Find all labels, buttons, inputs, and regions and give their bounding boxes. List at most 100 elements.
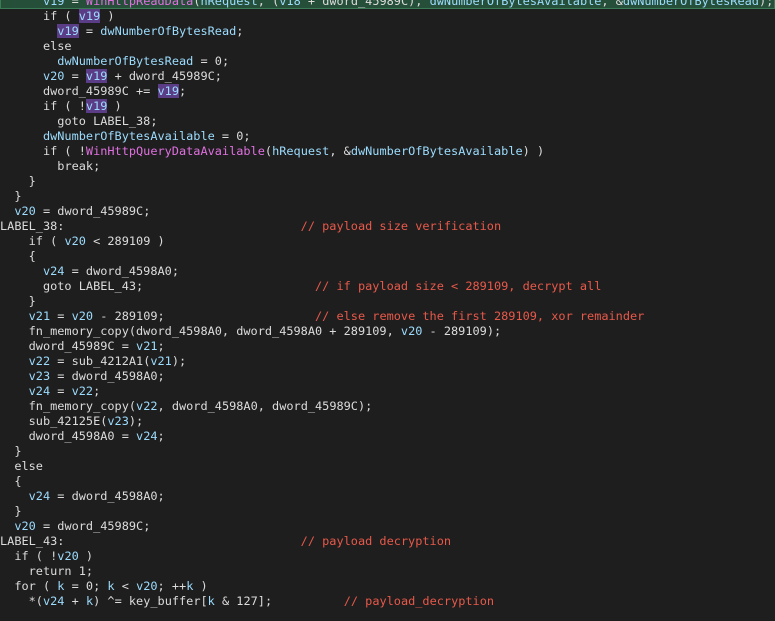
- identifier-token[interactable]: v24: [136, 429, 157, 443]
- selected-identifier-token[interactable]: v19: [57, 24, 79, 38]
- identifier-token[interactable]: v23: [29, 369, 50, 383]
- code-line[interactable]: if ( !v19 ): [0, 99, 775, 114]
- code-line[interactable]: }: [0, 504, 775, 519]
- code-line[interactable]: v22 = sub_4212A1(v21);: [0, 354, 775, 369]
- code-line[interactable]: goto LABEL_43; // if payload size < 2891…: [0, 279, 775, 294]
- identifier-token[interactable]: k: [208, 594, 215, 608]
- code-token: =: [64, 69, 86, 83]
- identifier-token[interactable]: v20: [43, 69, 64, 83]
- code-token: dword_4598A0 =: [28, 429, 137, 443]
- code-line[interactable]: for ( k = 0; k < v20; ++k ): [0, 579, 775, 594]
- code-line[interactable]: sub_42125E(v23);: [0, 414, 775, 429]
- code-line[interactable]: break;: [0, 159, 775, 174]
- code-line[interactable]: v20 = dword_45989C;: [0, 204, 775, 219]
- code-line[interactable]: dwNumberOfBytesRead = 0;: [0, 54, 775, 69]
- identifier-token[interactable]: v20: [57, 549, 78, 563]
- code-line[interactable]: {: [0, 249, 775, 264]
- code-line[interactable]: fn_memory_copy(dword_4598A0, dword_4598A…: [0, 324, 775, 339]
- identifier-token[interactable]: v18: [279, 0, 300, 8]
- code-line[interactable]: dword_4598A0 = v24;: [0, 429, 775, 444]
- code-line-current[interactable]: v19 = WinHttpReadData(hRequest, (v18 + d…: [0, 0, 775, 9]
- code-line[interactable]: v20 = dword_45989C;: [0, 519, 775, 534]
- code-line[interactable]: }: [0, 294, 775, 309]
- code-line[interactable]: if ( !v20 ): [0, 549, 775, 564]
- identifier-token[interactable]: v20: [136, 579, 157, 593]
- code-line[interactable]: }: [0, 444, 775, 459]
- identifier-token[interactable]: hRequest: [200, 0, 257, 8]
- code-token: if ( !: [14, 549, 58, 563]
- code-line[interactable]: v23 = dword_4598A0;: [0, 369, 775, 384]
- code-line[interactable]: v24 = dword_4598A0;: [0, 489, 775, 504]
- identifier-token[interactable]: dwNumberOfBytesRead: [623, 0, 759, 8]
- function-call-token[interactable]: WinHttpQueryDataAvailable: [86, 144, 265, 158]
- identifier-token[interactable]: v23: [107, 414, 128, 428]
- identifier-token[interactable]: v22: [136, 399, 157, 413]
- code-line[interactable]: else: [0, 459, 775, 474]
- identifier-token[interactable]: v21: [150, 354, 171, 368]
- code-line[interactable]: if ( !WinHttpQueryDataAvailable(hRequest…: [0, 144, 775, 159]
- code-line[interactable]: LABEL_38: // payload size verification: [0, 219, 775, 234]
- code-line[interactable]: }: [0, 189, 775, 204]
- identifier-token[interactable]: dwNumberOfBytesAvailable: [351, 144, 523, 158]
- identifier-token[interactable]: v22: [72, 384, 93, 398]
- identifier-token[interactable]: v20: [401, 324, 422, 338]
- code-line[interactable]: v21 = v20 - 289109; // else remove the f…: [0, 309, 775, 324]
- identifier-token[interactable]: dwNumberOfBytesAvailable: [43, 129, 215, 143]
- identifier-token[interactable]: v22: [29, 354, 50, 368]
- selected-identifier-token[interactable]: v19: [85, 99, 108, 113]
- code-token: LABEL_43:: [0, 534, 301, 548]
- identifier-token[interactable]: v21: [29, 309, 50, 323]
- code-line[interactable]: if ( v19 ): [0, 9, 775, 24]
- identifier-token[interactable]: v24: [43, 594, 64, 608]
- code-token: ) ^= key_buffer[: [93, 594, 208, 608]
- code-line[interactable]: v19 = dwNumberOfBytesRead;: [0, 24, 775, 39]
- code-line[interactable]: else: [0, 39, 775, 54]
- identifier-token[interactable]: dwNumberOfBytesAvailable: [430, 0, 602, 8]
- code-line[interactable]: return 1;: [0, 564, 775, 579]
- identifier-token[interactable]: v24: [29, 489, 50, 503]
- code-line[interactable]: {: [0, 474, 775, 489]
- pseudocode-viewer[interactable]: v19 = WinHttpReadData(hRequest, (v18 + d…: [0, 0, 775, 621]
- selected-identifier-token[interactable]: v19: [78, 9, 101, 23]
- code-line[interactable]: v20 = v19 + dword_45989C;: [0, 69, 775, 84]
- identifier-token[interactable]: v24: [29, 384, 50, 398]
- identifier-token[interactable]: hRequest: [272, 144, 329, 158]
- code-line[interactable]: dword_45989C += v19;: [0, 84, 775, 99]
- identifier-token[interactable]: v20: [64, 234, 85, 248]
- identifier-token[interactable]: v21: [136, 339, 157, 353]
- identifier-token[interactable]: v19: [43, 0, 64, 8]
- identifier-token[interactable]: v20: [14, 204, 35, 218]
- code-line[interactable]: }: [0, 174, 775, 189]
- code-line[interactable]: goto LABEL_38;: [0, 114, 775, 129]
- selected-identifier-token[interactable]: v19: [157, 84, 179, 98]
- code-line[interactable]: fn_memory_copy(v22, dword_4598A0, dword_…: [0, 399, 775, 414]
- code-line[interactable]: v24 = v22;: [0, 384, 775, 399]
- code-token: dword_45989C =: [28, 339, 137, 353]
- code-line[interactable]: LABEL_43: // payload decryption: [0, 534, 775, 549]
- global-token: dword_45989C: [322, 0, 409, 8]
- code-line[interactable]: dword_45989C = v21;: [0, 339, 775, 354]
- identifier-token[interactable]: v20: [14, 519, 35, 533]
- selected-identifier-token[interactable]: v19: [85, 69, 108, 83]
- code-line[interactable]: [0, 609, 775, 621]
- code-token: ;: [93, 384, 101, 398]
- function-call-token[interactable]: WinHttpReadData: [86, 0, 193, 8]
- identifier-token[interactable]: k: [107, 579, 114, 593]
- code-token: goto LABEL_43;: [42, 279, 315, 293]
- code-line[interactable]: dwNumberOfBytesAvailable = 0;: [0, 129, 775, 144]
- identifier-token[interactable]: dwNumberOfBytesRead: [100, 24, 236, 38]
- code-token: if (: [42, 9, 79, 23]
- code-line[interactable]: *(v24 + k) ^= key_buffer[k & 127]; // pa…: [0, 594, 775, 609]
- code-line[interactable]: if ( v20 < 289109 ): [0, 234, 775, 249]
- identifier-token[interactable]: dwNumberOfBytesRead: [57, 54, 193, 68]
- identifier-token[interactable]: v24: [43, 264, 64, 278]
- code-line[interactable]: v24 = dword_4598A0;: [0, 264, 775, 279]
- comment-token: // if payload size < 289109, decrypt all: [315, 279, 602, 293]
- identifier-token[interactable]: v20: [72, 309, 93, 323]
